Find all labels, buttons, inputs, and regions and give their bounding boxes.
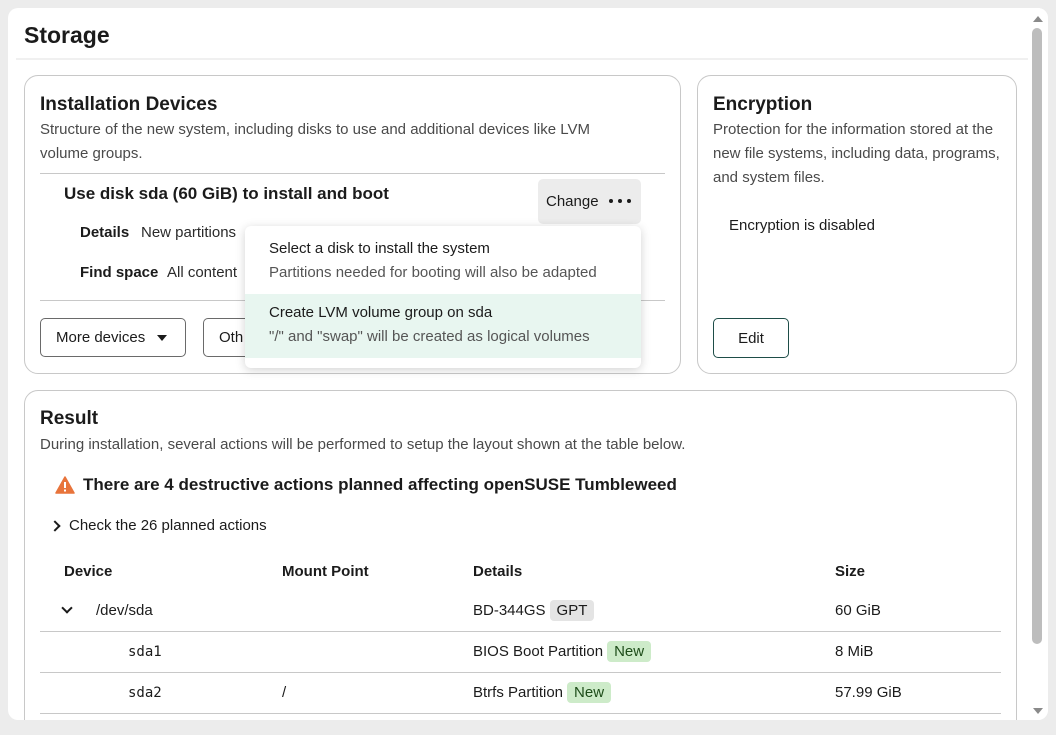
scroll-thumb[interactable] [1032,28,1042,644]
destructive-warning: There are 4 destructive actions planned … [55,475,677,495]
menu-item-description: Partitions needed for booting will also … [269,264,597,281]
encryption-title: Encryption [713,94,813,115]
warning-icon [55,476,75,494]
size-cell: 60 GiB [835,602,881,619]
planned-actions-toggle[interactable]: Check the 26 planned actions [49,517,267,534]
find-space-value: All content [167,264,238,281]
column-header-device: Device [64,563,113,580]
result-card: Result During installation, several acti… [24,390,1017,720]
warning-text: There are 4 destructive actions planned … [83,475,677,494]
details-label: Details [80,224,130,241]
details-cell: BD-344GS GPT [473,600,595,621]
device-cell: /dev/sda [96,602,153,619]
details-cell: Btrfs Partition New [473,682,612,703]
divider [40,173,665,174]
details-value: New partitions [141,224,237,241]
column-header-size: Size [835,563,866,580]
size-cell: 57.99 GiB [835,684,902,701]
size-cell: 8 MiB [835,643,874,660]
row-divider [40,713,1001,714]
storage-page: Storage Installation Devices Structure o… [8,8,1048,720]
title-divider [16,58,1028,60]
find-space-label: Find space [80,264,159,281]
menu-item-create-lvm[interactable]: Create LVM volume group on sda "/" and "… [245,294,641,358]
selection-title: Use disk sda (60 GiB) to install and boo… [64,184,389,203]
details-text: Btrfs Partition [473,684,564,701]
menu-item-title: Select a disk to install the system [269,240,490,257]
other-options-label: Oth [219,329,244,346]
column-header-details: Details [473,563,523,580]
caret-down-icon [157,334,168,341]
new-badge: New [567,682,612,703]
details-text: BIOS Boot Partition [473,643,604,660]
change-menu: Select a disk to install the system Part… [245,226,641,368]
edit-encryption-button[interactable]: Edit [713,318,789,358]
installation-devices-description: Structure of the new system, including d… [40,121,591,162]
device-cell: sda2 [128,685,162,701]
encryption-description: Protection for the information stored at… [713,121,1000,186]
encryption-status: Encryption is disabled [729,217,875,234]
menu-item-title: Create LVM volume group on sda [269,304,493,321]
planned-actions-label: Check the 26 planned actions [69,517,267,534]
page-title: Storage [24,22,110,48]
scroll-down-icon[interactable] [1033,708,1043,714]
kebab-icon [609,199,631,203]
column-header-mount-point: Mount Point [282,563,369,580]
edit-label: Edit [738,329,764,347]
mount-point-cell: / [282,684,287,701]
result-title: Result [40,408,99,429]
new-badge: New [607,641,652,662]
change-button[interactable]: Change [538,179,641,224]
scroll-up-icon[interactable] [1033,16,1043,22]
encryption-card: Encryption Protection for the informatio… [697,75,1017,374]
row-divider [40,631,1001,632]
more-devices-button[interactable]: More devices [40,318,186,357]
details-cell: BIOS Boot Partition New [473,641,652,662]
change-label: Change [546,193,599,210]
chevron-down-icon[interactable] [61,602,73,614]
installation-devices-title: Installation Devices [40,94,218,115]
result-description: During installation, several actions wil… [40,436,686,453]
gpt-badge: GPT [549,600,595,621]
vertical-scrollbar[interactable] [1028,8,1048,720]
row-divider [40,672,1001,673]
menu-item-select-disk[interactable]: Select a disk to install the system Part… [245,230,641,294]
device-cell: sda1 [128,644,162,660]
chevron-right-icon [49,519,61,532]
details-text: BD-344GS [473,602,546,619]
more-devices-label: More devices [56,329,146,346]
menu-item-description: "/" and "swap" will be created as logica… [269,328,590,345]
